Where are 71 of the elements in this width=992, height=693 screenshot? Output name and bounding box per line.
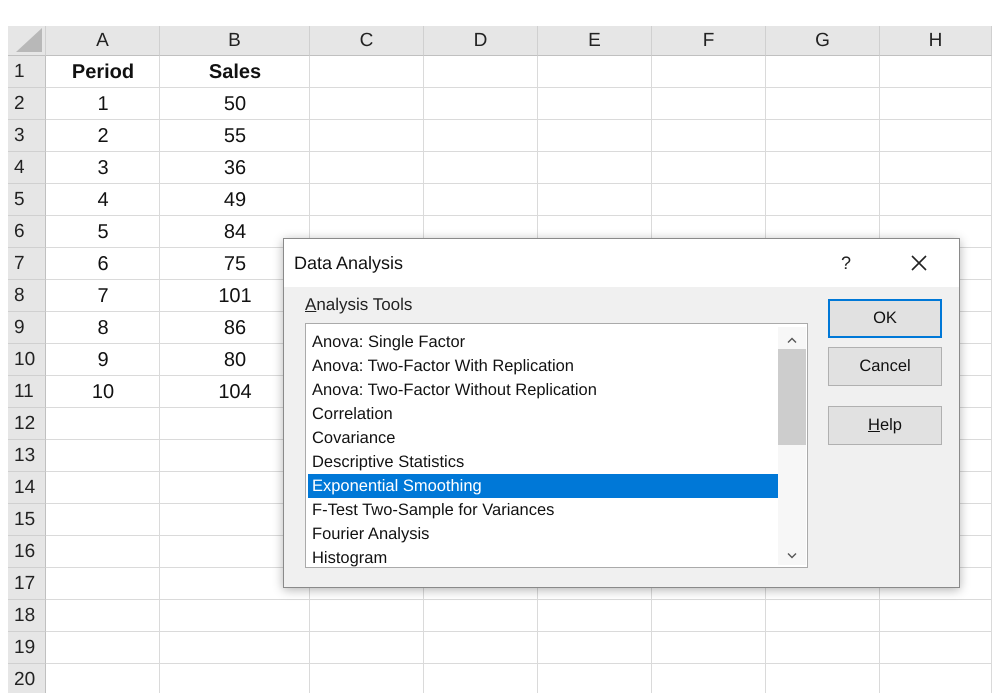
help-button[interactable]: ? <box>840 252 851 274</box>
row-header[interactable]: 18 <box>8 600 46 632</box>
list-item[interactable]: Covariance <box>308 426 778 450</box>
table-cell-text: 49 <box>222 188 248 212</box>
list-item[interactable]: Fourier Analysis <box>308 522 778 546</box>
dialog-button[interactable]: Cancel <box>828 347 942 386</box>
column-header[interactable]: B <box>160 26 310 56</box>
column-header[interactable]: D <box>424 26 538 56</box>
dialog-button[interactable]: OK <box>828 299 942 338</box>
list-item[interactable]: Anova: Two-Factor Without Replication <box>308 378 778 402</box>
table-cell-text: 86 <box>222 316 248 340</box>
table-cell-text: Sales <box>208 60 262 84</box>
table-cell-text: 2 <box>96 124 110 148</box>
list-item[interactable]: Anova: Two-Factor With Replication <box>308 354 778 378</box>
table-cell-text: 55 <box>222 124 248 148</box>
table-cell-text: 101 <box>217 284 253 308</box>
dialog-button[interactable]: Help <box>828 406 942 445</box>
row-header[interactable]: 9 <box>8 312 46 344</box>
table-cell-text: 36 <box>222 156 248 180</box>
list-item[interactable]: Histogram <box>308 546 778 570</box>
table-cell-text: 9 <box>96 348 110 372</box>
list-item[interactable]: Descriptive Statistics <box>308 450 778 474</box>
list-box[interactable] <box>305 323 808 568</box>
row-header[interactable]: 19 <box>8 632 46 664</box>
window-title: Data Analysis <box>294 252 404 274</box>
row-header[interactable]: 4 <box>8 152 46 184</box>
table-cell-text: 50 <box>222 92 248 116</box>
row-header[interactable]: 5 <box>8 184 46 216</box>
row-header[interactable]: 8 <box>8 280 46 312</box>
table-cell-text: 7 <box>96 284 110 308</box>
table-cell-text: 6 <box>96 252 110 276</box>
column-header[interactable]: H <box>880 26 992 56</box>
table-cell-text: 104 <box>217 380 253 404</box>
row-header[interactable]: 6 <box>8 216 46 248</box>
column-header[interactable]: C <box>310 26 424 56</box>
row-header[interactable]: 16 <box>8 536 46 568</box>
row-header[interactable]: 17 <box>8 568 46 600</box>
column-header[interactable]: G <box>766 26 880 56</box>
table-cell-text: 4 <box>96 188 110 212</box>
scroll-down-icon[interactable] <box>787 553 797 559</box>
row-header[interactable]: 13 <box>8 440 46 472</box>
close-icon[interactable] <box>911 255 927 271</box>
scroll-thumb[interactable] <box>778 349 806 445</box>
row-header[interactable]: 7 <box>8 248 46 280</box>
list-item[interactable]: Correlation <box>308 402 778 426</box>
column-header[interactable]: A <box>46 26 160 56</box>
scroll-up-icon[interactable] <box>787 337 797 343</box>
table-cell-text: 1 <box>96 92 110 116</box>
row-header[interactable]: 1 <box>8 56 46 88</box>
row-header[interactable]: 15 <box>8 504 46 536</box>
row-header[interactable]: 11 <box>8 376 46 408</box>
list-item[interactable]: Anova: Single Factor <box>308 330 778 354</box>
row-header[interactable]: 3 <box>8 120 46 152</box>
table-cell-text: 3 <box>96 156 110 180</box>
table-cell-text: 84 <box>222 220 248 244</box>
column-header[interactable]: E <box>538 26 652 56</box>
table-cell-text: 8 <box>96 316 110 340</box>
table-cell-text: 10 <box>90 380 116 404</box>
row-header[interactable]: 12 <box>8 408 46 440</box>
row-header[interactable]: 10 <box>8 344 46 376</box>
scrollbar[interactable] <box>778 327 806 565</box>
table-cell-text: 5 <box>96 220 110 244</box>
row-header[interactable]: 2 <box>8 88 46 120</box>
row-header[interactable]: 20 <box>8 664 46 693</box>
table-cell-text: 80 <box>222 348 248 372</box>
table-cell-text: Period <box>70 60 136 84</box>
column-header[interactable]: F <box>652 26 766 56</box>
list-label: Analysis Tools <box>305 295 414 315</box>
row-header[interactable]: 14 <box>8 472 46 504</box>
list-item[interactable]: F-Test Two-Sample for Variances <box>308 498 778 522</box>
list-item[interactable]: Exponential Smoothing <box>308 474 778 498</box>
